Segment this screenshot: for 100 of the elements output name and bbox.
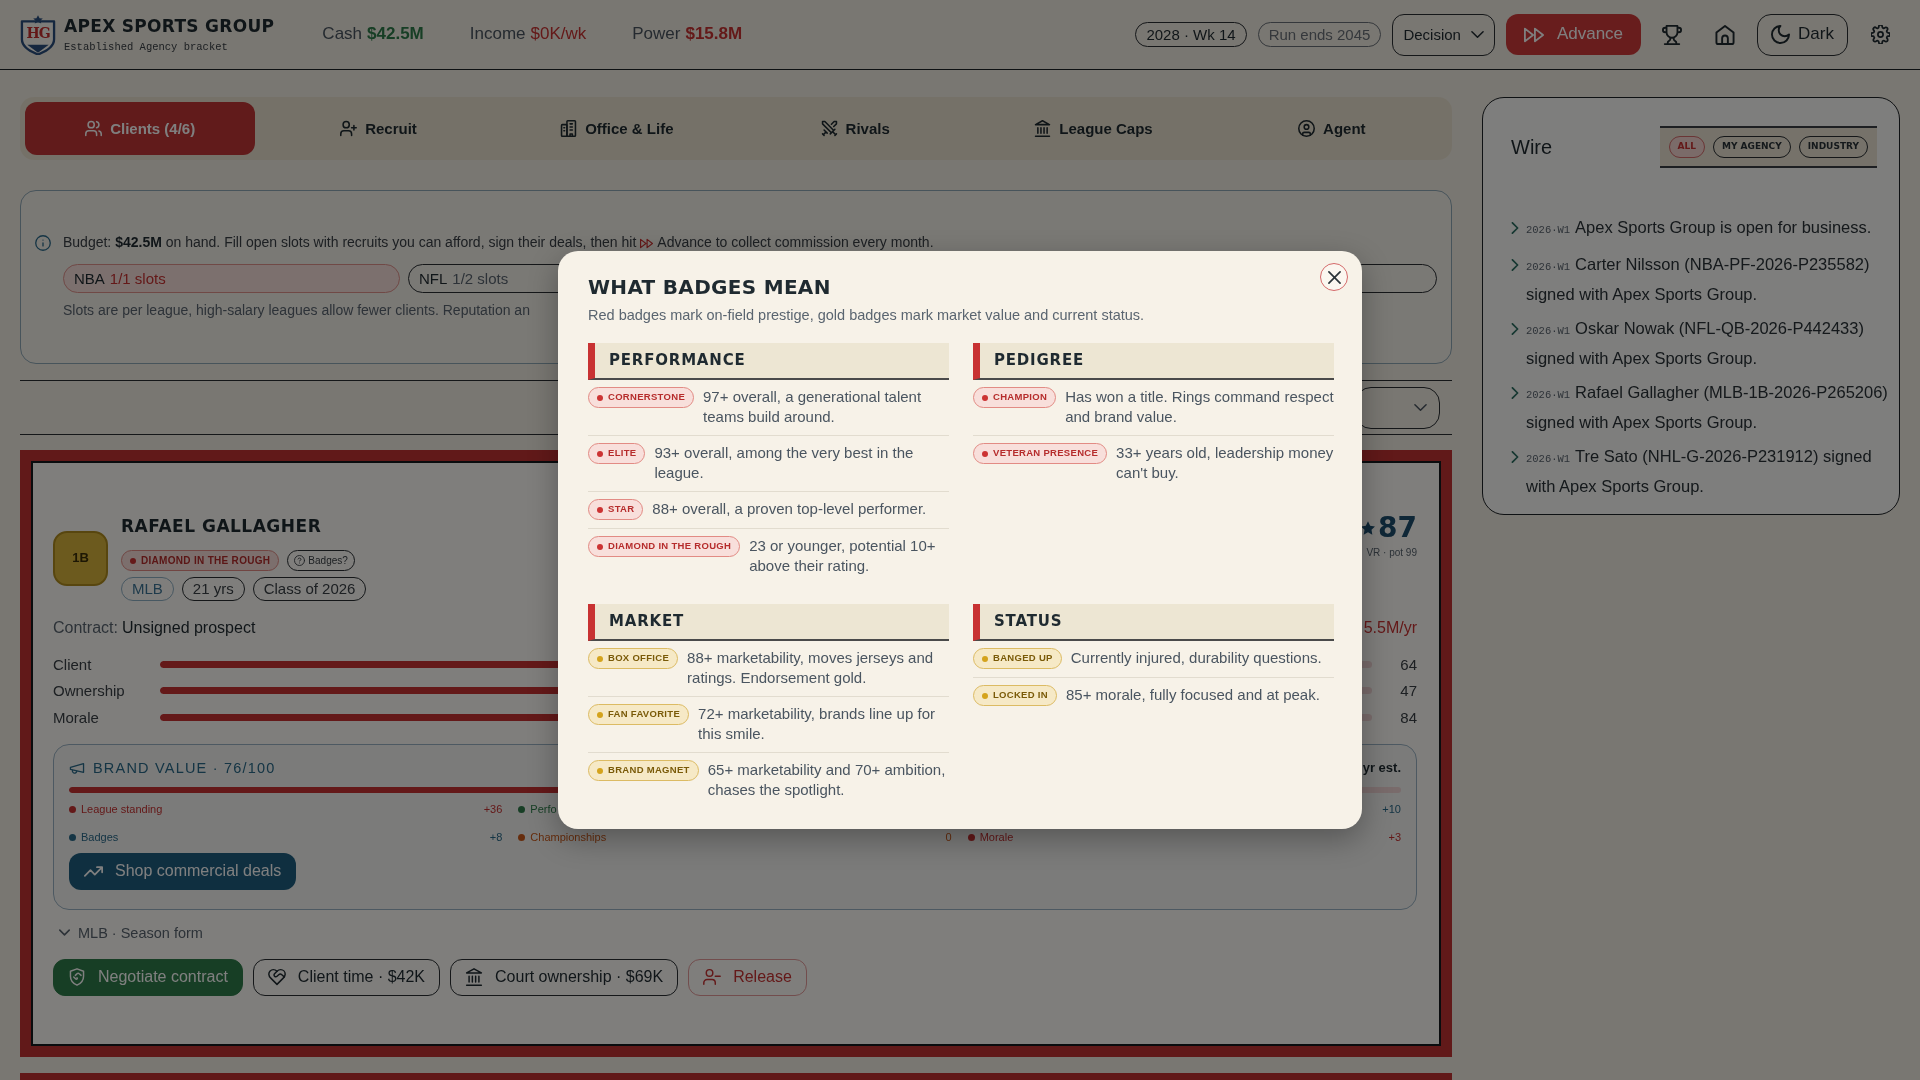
fast-forward-icon — [1523, 26, 1544, 43]
trophy-icon[interactable] — [1662, 24, 1683, 45]
agency-logo: HG — [20, 14, 56, 55]
action-button[interactable]: Court ownership · $69K — [450, 958, 679, 996]
dot-icon — [597, 450, 603, 457]
user-plus-icon — [340, 120, 358, 137]
dot-icon — [982, 692, 988, 699]
tab[interactable]: Office & Life — [501, 102, 732, 155]
close-button[interactable] — [1320, 263, 1348, 291]
badge-description: 97+ overall, a generational talent teams build around. — [703, 387, 923, 427]
dot-icon — [597, 767, 603, 774]
heart-handshake-icon — [267, 968, 286, 986]
tab[interactable]: Agent — [1216, 102, 1447, 155]
action-button[interactable]: Release — [688, 958, 807, 996]
user-minus-icon — [703, 968, 722, 986]
client-name: RAFAEL GALLAGHER — [121, 515, 323, 537]
chevron-right-icon — [1511, 451, 1519, 463]
stat-label: Power — [632, 23, 681, 46]
factor-value: +36 — [483, 802, 503, 817]
advance-button[interactable]: Advance — [1505, 14, 1642, 55]
agency-name: APEX SPORTS GROUP — [64, 15, 275, 37]
tab[interactable]: League Caps — [978, 102, 1209, 155]
section-header: STATUS — [973, 604, 1334, 641]
badge-description: 88+ marketability, moves jerseys and ratings. Endorsement gold. — [687, 648, 935, 688]
badge-description: Currently injured, durability questions. — [1070, 648, 1322, 668]
factor-label: Badges — [81, 830, 119, 845]
chevron-down-icon — [59, 927, 70, 938]
bank-icon — [1034, 120, 1052, 137]
badge-description: 85+ morale, fully focused and at peak. — [1065, 685, 1320, 705]
section-header: PEDIGREE — [973, 343, 1334, 380]
badge-name: DIAMOND IN THE ROUGH — [608, 540, 732, 553]
settings-icon[interactable] — [1871, 25, 1890, 44]
action-button[interactable]: Client time · $42K — [252, 958, 441, 996]
dot-icon — [597, 506, 603, 513]
section-header: PERFORMANCE — [588, 343, 949, 380]
tab[interactable]: Rivals — [740, 102, 971, 155]
home-icon[interactable] — [1715, 24, 1736, 45]
brand-estimate: yr est. — [1362, 758, 1401, 777]
factor-value: +10 — [1382, 802, 1401, 817]
stat-label: Morale — [53, 707, 100, 727]
decision-dropdown[interactable]: Decision — [1392, 13, 1495, 56]
badge-name: BOX OFFICE — [608, 652, 670, 665]
contract-label: Contract: — [53, 618, 118, 638]
badge-name: VETERAN PRESENCE — [993, 447, 1099, 460]
slot-count: 1/2 slots — [452, 268, 509, 289]
chevron-right-icon — [1511, 323, 1519, 335]
factor-label: Perfo — [530, 802, 557, 817]
brand-value-title: BRAND VALUE · 76/100 — [93, 758, 276, 777]
season-form-toggle[interactable]: MLB · Season form — [53, 923, 203, 942]
badge-description: 33+ years old, leadership money can't buy. — [1116, 443, 1334, 483]
dot-icon — [69, 806, 76, 813]
league-name: NFL — [419, 268, 448, 289]
user-circle-icon — [1298, 120, 1316, 137]
wire-entry: 2026·W1 Carter Nilsson (NBA-PF-2026-P235582) signed with Apex Sports Group. — [1526, 254, 1871, 305]
info-icon — [35, 235, 51, 251]
dot-icon — [130, 557, 136, 564]
factor-label: Morale — [979, 830, 1014, 845]
dot-icon — [982, 394, 988, 401]
shield-handshake-icon — [68, 968, 86, 986]
badge-name: BANGED UP — [993, 652, 1053, 665]
stat-value: 84 — [1399, 707, 1417, 727]
badge-name: BRAND MAGNET — [608, 764, 690, 777]
shop-deals-button[interactable]: Shop commercial deals — [69, 852, 297, 890]
badge-description: 65+ marketability and 70+ ambition, chases the spotlight. — [707, 760, 947, 800]
factor-value: +8 — [489, 830, 503, 845]
badge-description: 72+ marketability, brands line up for this smile. — [698, 704, 936, 744]
salary-value: 5.5M/yr — [1363, 618, 1417, 638]
position-marker: 1B — [53, 530, 108, 586]
moon-icon — [1771, 25, 1791, 44]
building-icon — [560, 120, 578, 137]
stat-label: Income — [469, 23, 526, 46]
dot-icon — [597, 711, 603, 718]
stat-value: 47 — [1399, 681, 1417, 701]
dot-icon — [518, 806, 526, 813]
badge-description: 93+ overall, among the very best in the league. — [654, 443, 915, 483]
wire-entry: 2026·W1 Apex Sports Group is open for business. — [1526, 217, 1872, 238]
action-button[interactable]: Negotiate contract — [53, 958, 243, 996]
theme-toggle-button[interactable]: Dark — [1757, 13, 1848, 56]
dot-icon — [69, 834, 76, 841]
bank-icon — [465, 968, 484, 986]
wire-title: Wire — [1511, 135, 1553, 160]
budget-hint: Budget: $42.5M on hand. Fill open slots with recruits you can afford, sign their deals, then hit — [63, 234, 637, 250]
dialog-subtitle: Red badges mark on-field prestige, gold badges mark market value and current status. — [588, 306, 1146, 325]
fast-forward-icon — [640, 238, 654, 249]
badge-name: ELITE — [608, 447, 637, 460]
wire-filter[interactable]: ALL — [1668, 136, 1705, 158]
badge-name: STAR — [608, 503, 635, 516]
factor-value: 0 — [945, 830, 952, 845]
wire-entry: 2026·W1 Tre Sato (NHL-G-2026-P231912) signed with Apex Sports Group. — [1526, 446, 1873, 497]
tab[interactable]: Clients (4/6) — [25, 102, 256, 155]
chevron-right-icon — [1511, 259, 1519, 271]
badge-description: Has won a title. Rings command respect and brand value. — [1065, 387, 1334, 427]
dot-icon — [982, 450, 988, 457]
stat-value: $0K/wk — [530, 23, 587, 46]
dot-icon — [967, 834, 975, 841]
tab[interactable]: Recruit — [263, 102, 494, 155]
dialog-title: WHAT BADGES MEAN — [588, 275, 832, 299]
star-icon — [1361, 521, 1376, 535]
wire-entry: 2026·W1 Rafael Gallagher (MLB-1B-2026-P265206) signed with Apex Sports Group. — [1526, 382, 1889, 433]
rating-value: 87 — [1378, 513, 1417, 543]
